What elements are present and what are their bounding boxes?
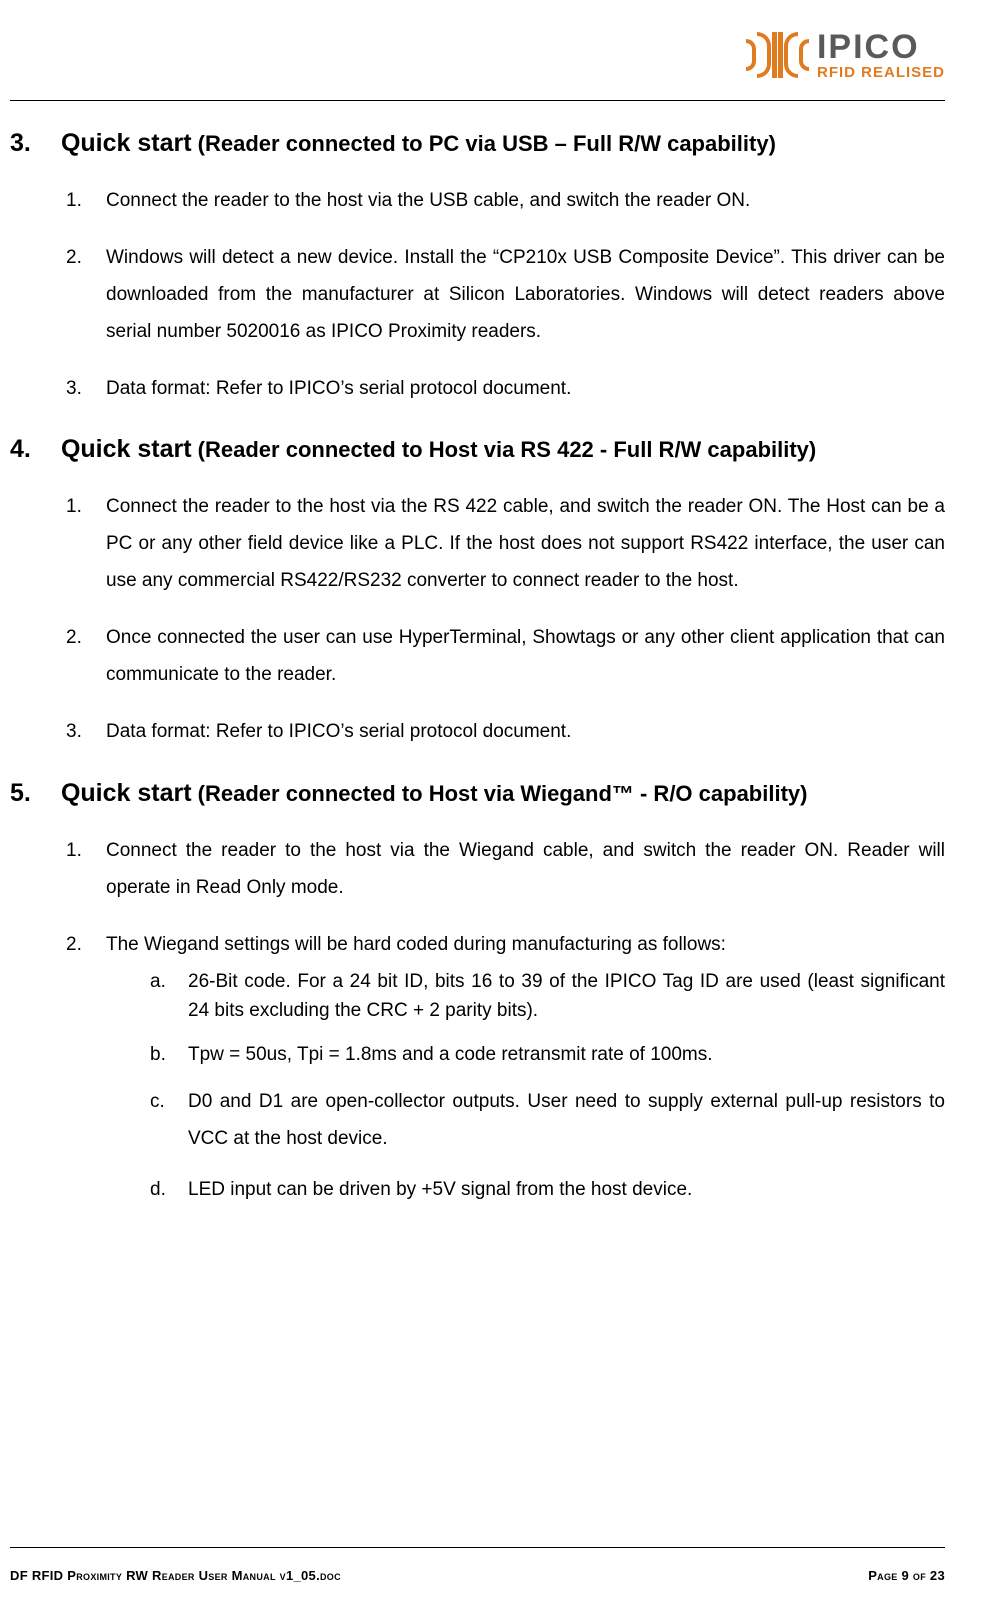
page: IPICO RFID REALISED 3. Quick start (Read… — [0, 0, 1005, 1619]
section-3-list: Connect the reader to the host via the U… — [10, 182, 945, 407]
section-heading-3: 3. Quick start (Reader connected to PC v… — [10, 129, 945, 158]
footer-row: DF RFID Proximity RW Reader User Manual … — [10, 1568, 945, 1583]
list-item-text: Connect the reader to the host via the U… — [106, 190, 750, 211]
section-title-sub: (Reader connected to PC via USB – Full R… — [192, 131, 776, 156]
sub-list-item: LED input can be driven by +5V signal fr… — [150, 1171, 945, 1208]
section-4-list: Connect the reader to the host via the R… — [10, 488, 945, 750]
list-item: The Wiegand settings will be hard coded … — [66, 926, 945, 1209]
list-item-text: Connect the reader to the host via the W… — [106, 840, 945, 898]
sub-list-item-text: D0 and D1 are open-collector outputs. Us… — [188, 1091, 945, 1149]
footer-right: Page 9 of 23 — [868, 1568, 945, 1583]
logo-tagline: RFID REALISED — [817, 64, 945, 81]
content: 3. Quick start (Reader connected to PC v… — [10, 129, 945, 1208]
section-heading-5: 5. Quick start (Reader connected to Host… — [10, 779, 945, 808]
sub-list-item-text: LED input can be driven by +5V signal fr… — [188, 1179, 692, 1200]
list-item: Connect the reader to the host via the R… — [66, 488, 945, 599]
list-item: Data format: Refer to IPICO’s serial pro… — [66, 713, 945, 750]
footer-left: DF RFID Proximity RW Reader User Manual … — [10, 1568, 341, 1583]
list-item-text: Once connected the user can use HyperTer… — [106, 627, 945, 685]
sub-list-item: 26-Bit code. For a 24 bit ID, bits 16 to… — [150, 967, 945, 1026]
sub-list-item-text: 26-Bit code. For a 24 bit ID, bits 16 to… — [188, 971, 945, 1021]
logo: IPICO RFID REALISED — [746, 30, 945, 81]
section-5-sublist: 26-Bit code. For a 24 bit ID, bits 16 to… — [106, 967, 945, 1208]
section-title-bold: Quick start — [61, 435, 192, 463]
list-item: Once connected the user can use HyperTer… — [66, 619, 945, 693]
list-item: Connect the reader to the host via the W… — [66, 832, 945, 906]
logo-text: IPICO RFID REALISED — [817, 30, 945, 81]
section-title-sub: (Reader connected to Host via RS 422 - F… — [192, 437, 817, 462]
section-number: 4. — [10, 435, 54, 464]
section-number: 5. — [10, 779, 54, 808]
header: IPICO RFID REALISED — [10, 20, 945, 90]
list-item-text: Data format: Refer to IPICO’s serial pro… — [106, 721, 571, 742]
list-item-text: The Wiegand settings will be hard coded … — [106, 934, 726, 955]
footer-rule — [10, 1547, 945, 1548]
header-rule — [10, 100, 945, 101]
section-number: 3. — [10, 129, 54, 158]
section-5-list: Connect the reader to the host via the W… — [10, 832, 945, 1209]
list-item: Connect the reader to the host via the U… — [66, 182, 945, 219]
list-item-text: Connect the reader to the host via the R… — [106, 496, 945, 591]
logo-brand: IPICO — [817, 30, 945, 64]
sub-list-item: Tpw = 50us, Tpi = 1.8ms and a code retra… — [150, 1040, 945, 1069]
logo-mark-icon — [746, 32, 809, 78]
section-title-sub: (Reader connected to Host via Wiegand™ -… — [192, 781, 808, 806]
list-item: Data format: Refer to IPICO’s serial pro… — [66, 370, 945, 407]
section-heading-4: 4. Quick start (Reader connected to Host… — [10, 435, 945, 464]
section-title-bold: Quick start — [61, 779, 192, 807]
sub-list-item: D0 and D1 are open-collector outputs. Us… — [150, 1083, 945, 1157]
list-item-text: Windows will detect a new device. Instal… — [106, 247, 945, 342]
list-item-text: Data format: Refer to IPICO’s serial pro… — [106, 378, 571, 399]
list-item: Windows will detect a new device. Instal… — [66, 239, 945, 350]
sub-list-item-text: Tpw = 50us, Tpi = 1.8ms and a code retra… — [188, 1044, 713, 1065]
section-title-bold: Quick start — [61, 129, 192, 157]
footer: DF RFID Proximity RW Reader User Manual … — [10, 1547, 945, 1583]
